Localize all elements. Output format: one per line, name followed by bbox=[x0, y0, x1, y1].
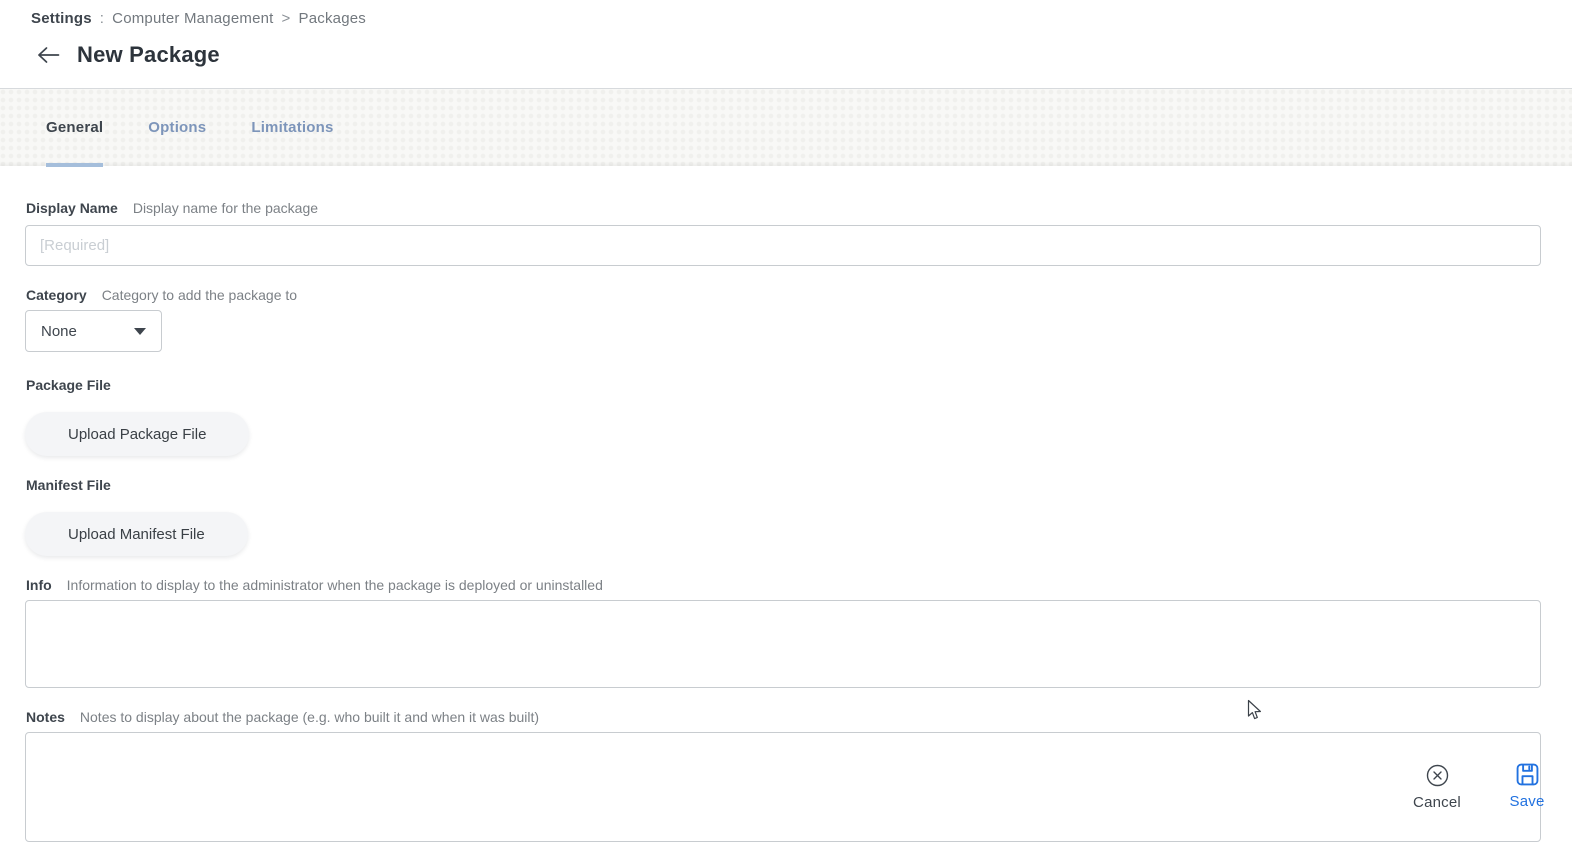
category-label-row: Category Category to add the package to bbox=[26, 287, 297, 303]
upload-package-file-button[interactable]: Upload Package File bbox=[25, 412, 249, 456]
breadcrumb: Settings: Computer Management > Packages bbox=[31, 10, 366, 27]
manifest-file-label-row: Manifest File bbox=[26, 477, 111, 493]
display-name-help: Display name for the package bbox=[133, 200, 318, 216]
page-title: New Package bbox=[77, 42, 220, 68]
back-button[interactable] bbox=[35, 43, 61, 69]
cancel-button[interactable]: Cancel bbox=[1405, 764, 1469, 811]
notes-label-row: Notes Notes to display about the package … bbox=[26, 709, 539, 725]
notes-textarea[interactable] bbox=[25, 732, 1541, 842]
breadcrumb-settings[interactable]: Settings bbox=[31, 10, 92, 27]
info-label: Info bbox=[26, 577, 52, 593]
save-button[interactable]: Save bbox=[1501, 763, 1553, 810]
display-name-label-row: Display Name Display name for the package bbox=[26, 200, 318, 216]
breadcrumb-packages[interactable]: Packages bbox=[299, 10, 366, 27]
upload-manifest-file-button[interactable]: Upload Manifest File bbox=[25, 512, 248, 556]
display-name-input[interactable] bbox=[25, 225, 1541, 266]
manifest-file-label: Manifest File bbox=[26, 477, 111, 493]
cancel-button-label: Cancel bbox=[1413, 794, 1461, 811]
category-select[interactable]: None bbox=[25, 310, 162, 352]
display-name-label: Display Name bbox=[26, 200, 118, 216]
save-button-label: Save bbox=[1510, 793, 1545, 810]
back-arrow-icon bbox=[37, 46, 60, 67]
new-package-page: { "breadcrumb": { "root": "Settings", "s… bbox=[0, 0, 1572, 817]
save-floppy-icon bbox=[1516, 763, 1539, 789]
tab-bar: General Options Limitations bbox=[0, 88, 1572, 166]
category-selected-value: None bbox=[41, 323, 77, 340]
info-label-row: Info Information to display to the admini… bbox=[26, 577, 603, 593]
tab-general[interactable]: General bbox=[46, 89, 103, 167]
category-help: Category to add the package to bbox=[102, 287, 297, 303]
tab-options[interactable]: Options bbox=[148, 89, 206, 167]
mouse-cursor bbox=[1247, 699, 1264, 727]
breadcrumb-chevron: > bbox=[282, 10, 291, 27]
breadcrumb-computer-management[interactable]: Computer Management bbox=[112, 10, 273, 27]
info-help: Information to display to the administra… bbox=[67, 577, 603, 593]
category-label: Category bbox=[26, 287, 87, 303]
cancel-circle-x-icon bbox=[1426, 764, 1449, 790]
package-file-label-row: Package File bbox=[26, 377, 111, 393]
breadcrumb-separator: : bbox=[100, 10, 104, 27]
package-file-label: Package File bbox=[26, 377, 111, 393]
chevron-down-icon bbox=[134, 328, 146, 335]
notes-help: Notes to display about the package (e.g.… bbox=[80, 709, 539, 725]
notes-label: Notes bbox=[26, 709, 65, 725]
tab-limitations[interactable]: Limitations bbox=[251, 89, 333, 167]
info-textarea[interactable] bbox=[25, 600, 1541, 688]
